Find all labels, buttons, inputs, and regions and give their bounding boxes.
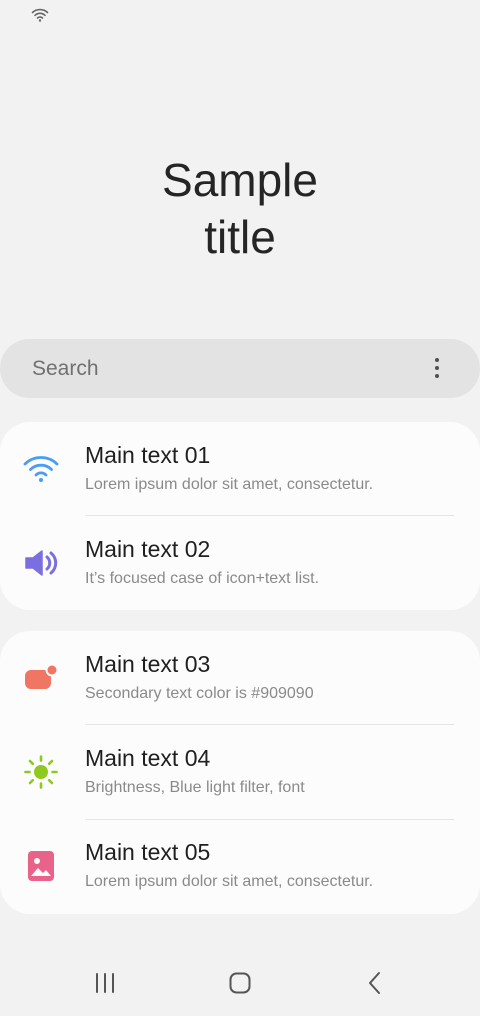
notification-badge-icon	[22, 659, 60, 697]
recents-icon	[96, 973, 114, 993]
list-item-main-text: Main text 01	[85, 442, 211, 468]
list-card-2: Main text 03 Secondary text color is #90…	[0, 631, 480, 914]
list-item-3[interactable]: Main text 03 Secondary text color is #90…	[0, 631, 480, 725]
back-icon	[369, 972, 380, 994]
brightness-icon	[22, 753, 60, 791]
image-icon	[22, 847, 60, 885]
volume-icon	[22, 544, 60, 582]
list-item-sub-text: Lorem ipsum dolor sit amet, consectetur.	[85, 476, 374, 493]
wifi-status-icon	[31, 8, 49, 22]
home-button[interactable]	[220, 968, 260, 998]
list-item-sub-text: Secondary text color is #909090	[85, 685, 314, 702]
recents-button[interactable]	[85, 968, 125, 998]
list-card-1: Main text 01 Lorem ipsum dolor sit amet,…	[0, 422, 480, 610]
search-bar[interactable]: Search	[0, 339, 480, 398]
list-item-sub-text: It’s focused case of icon+text list.	[85, 570, 320, 587]
home-icon	[229, 972, 251, 994]
more-options-button[interactable]	[424, 353, 450, 383]
list-item-1[interactable]: Main text 01 Lorem ipsum dolor sit amet,…	[0, 422, 480, 516]
list-item-sub-text: Brightness, Blue light filter, font	[85, 779, 305, 796]
list-item-sub-text: Lorem ipsum dolor sit amet, consectetur.	[85, 873, 374, 890]
list-item-4[interactable]: Main text 04 Brightness, Blue light filt…	[0, 725, 480, 819]
status-bar	[0, 0, 480, 32]
navigation-bar	[0, 950, 480, 1016]
list-item-5[interactable]: Main text 05 Lorem ipsum dolor sit amet,…	[0, 819, 480, 913]
search-input[interactable]: Search	[32, 357, 99, 381]
list-item-main-text: Main text 05	[85, 839, 211, 865]
page-title-line1: Sample	[162, 154, 318, 206]
page-title-line2: title	[204, 211, 276, 263]
wifi-icon	[22, 450, 60, 488]
list-item-main-text: Main text 04	[85, 745, 211, 771]
list-item-main-text: Main text 03	[85, 651, 211, 677]
more-vert-icon	[435, 358, 439, 362]
list-item-2[interactable]: Main text 02 It’s focused case of icon+t…	[0, 516, 480, 610]
page-title: Sample title	[0, 152, 480, 266]
back-button[interactable]	[355, 968, 395, 998]
list-item-main-text: Main text 02	[85, 536, 211, 562]
